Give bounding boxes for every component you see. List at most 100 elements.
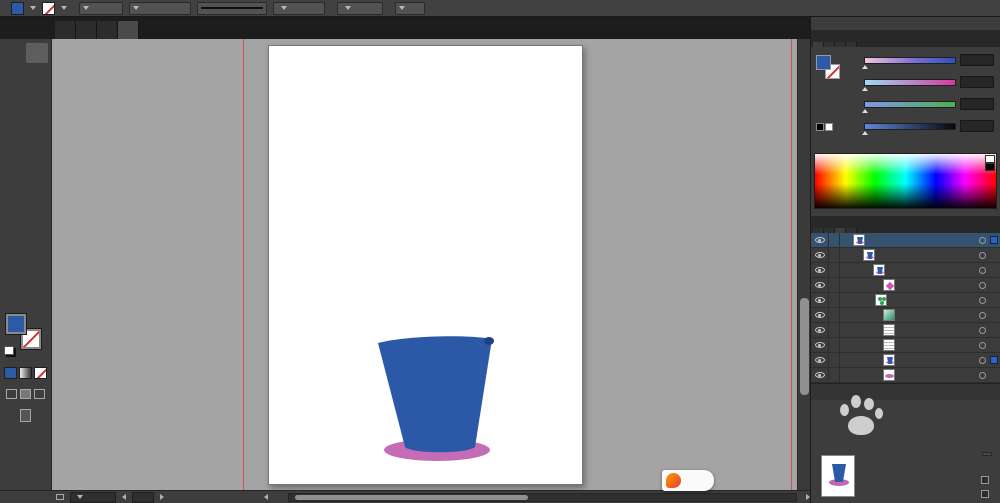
zoom-tool-icon[interactable] (26, 283, 48, 303)
symbol-sprayer-tool-icon[interactable] (4, 243, 26, 263)
stroke-caret-icon[interactable] (61, 6, 67, 10)
selection-tool-icon[interactable] (4, 43, 26, 63)
visibility-toggle[interactable] (811, 308, 829, 322)
vertical-scrollbar-thumb[interactable] (800, 298, 809, 395)
shape-builder-tool-icon[interactable] (4, 183, 26, 203)
lock-toggle[interactable] (829, 248, 840, 262)
target-icon[interactable] (979, 266, 986, 274)
make-mask-button[interactable] (982, 452, 992, 456)
width-tool-icon[interactable] (4, 163, 26, 183)
brush-preview[interactable] (197, 1, 267, 15)
yellow-slider[interactable] (862, 100, 956, 113)
visibility-toggle[interactable] (811, 338, 829, 352)
slice-tool-icon[interactable] (26, 263, 48, 283)
paint-gradient-button[interactable] (19, 367, 32, 379)
black-slider[interactable] (862, 122, 956, 135)
magenta-value-field[interactable] (960, 76, 994, 88)
opacity-dropdown[interactable] (337, 1, 383, 15)
scroll-right-icon[interactable] (806, 494, 810, 500)
screen-mode-fullscreen-button[interactable] (34, 389, 45, 399)
ime-toolbar[interactable] (662, 470, 714, 491)
blend-tool-icon[interactable] (26, 223, 48, 243)
lock-toggle[interactable] (829, 323, 840, 337)
magenta-slider[interactable] (862, 78, 956, 91)
layer-row[interactable] (811, 248, 1000, 263)
selection-indicator[interactable] (990, 356, 998, 364)
visibility-toggle[interactable] (811, 293, 829, 307)
color-spectrum[interactable] (814, 153, 997, 209)
artboard-tool-icon[interactable] (4, 263, 26, 283)
black-value-field[interactable] (960, 120, 994, 132)
cyan-slider[interactable] (862, 56, 956, 69)
target-icon[interactable] (979, 326, 986, 334)
document-tab-1[interactable] (55, 21, 76, 39)
panel-fill-swatch[interactable] (816, 55, 831, 70)
paint-color-button[interactable] (4, 367, 17, 379)
gradient-tool-icon[interactable] (26, 203, 48, 223)
canvas-area[interactable] (52, 39, 810, 490)
target-icon[interactable] (979, 341, 986, 349)
pen-tool-icon[interactable] (4, 83, 26, 103)
layer-row[interactable] (811, 263, 1000, 278)
document-tab-4-active[interactable] (118, 21, 139, 39)
white-swatch[interactable] (825, 123, 833, 131)
fill-caret-icon[interactable] (30, 6, 36, 10)
lock-toggle[interactable] (829, 353, 840, 367)
black-swatch[interactable] (985, 163, 995, 171)
status-menu-icon[interactable] (56, 494, 64, 500)
visibility-toggle[interactable] (811, 263, 829, 277)
variable-width-dropdown[interactable] (129, 1, 191, 15)
white-swatch[interactable] (985, 155, 995, 163)
default-fill-stroke-icon[interactable] (3, 346, 14, 355)
stroke-color-swatch[interactable] (42, 1, 55, 15)
layer-row[interactable] (811, 338, 1000, 353)
mesh-tool-icon[interactable] (4, 203, 26, 223)
layer-row[interactable] (811, 308, 1000, 323)
layer-row[interactable] (811, 323, 1000, 338)
fill-swatch[interactable] (5, 314, 26, 334)
free-transform-tool-icon[interactable] (26, 163, 48, 183)
column-graph-tool-icon[interactable] (26, 243, 48, 263)
visibility-toggle[interactable] (811, 248, 829, 262)
clip-checkbox[interactable] (981, 476, 989, 484)
target-icon[interactable] (979, 356, 986, 364)
visibility-toggle[interactable] (811, 278, 829, 292)
selection-indicator[interactable] (990, 236, 998, 244)
black-swatch[interactable] (816, 123, 824, 131)
horizontal-scrollbar[interactable] (288, 492, 797, 502)
target-icon[interactable] (979, 371, 986, 379)
screen-mode-fullscreen-menu-button[interactable] (20, 389, 31, 399)
magic-wand-tool-icon[interactable] (4, 63, 26, 83)
visibility-toggle[interactable] (811, 353, 829, 367)
perspective-grid-tool-icon[interactable] (26, 183, 48, 203)
zoom-dropdown[interactable] (70, 491, 116, 503)
target-icon[interactable] (979, 236, 986, 244)
screen-mode-normal-button[interactable] (6, 389, 17, 399)
lasso-tool-icon[interactable] (26, 63, 48, 83)
lock-toggle[interactable] (829, 233, 840, 247)
paintbrush-tool-icon[interactable] (4, 123, 26, 143)
rotate-tool-icon[interactable] (4, 143, 26, 163)
layer-row[interactable] (811, 353, 1000, 368)
paint-none-button[interactable] (34, 367, 47, 379)
cup-artwork[interactable] (269, 46, 582, 484)
horizontal-scrollbar-thumb[interactable] (295, 494, 529, 500)
slider-thumb[interactable] (862, 108, 868, 113)
layer-row[interactable] (811, 233, 1000, 248)
target-icon[interactable] (979, 251, 986, 259)
scale-tool-icon[interactable] (26, 143, 48, 163)
stroke-weight-dropdown[interactable] (79, 1, 123, 15)
vertical-scrollbar[interactable] (797, 39, 810, 490)
layer-row[interactable] (811, 278, 1000, 293)
eyedropper-tool-icon[interactable] (4, 223, 26, 243)
direct-selection-tool-icon[interactable] (25, 43, 48, 63)
lock-toggle[interactable] (829, 338, 840, 352)
transparency-object-thumbnail[interactable] (821, 455, 855, 497)
scroll-left-icon[interactable] (264, 494, 268, 500)
lock-toggle[interactable] (829, 263, 840, 277)
hand-tool-icon[interactable] (4, 283, 26, 303)
lock-toggle[interactable] (829, 308, 840, 322)
line-segment-tool-icon[interactable] (4, 103, 26, 123)
artboard-number-field[interactable] (132, 491, 154, 503)
type-tool-icon[interactable] (26, 83, 48, 103)
